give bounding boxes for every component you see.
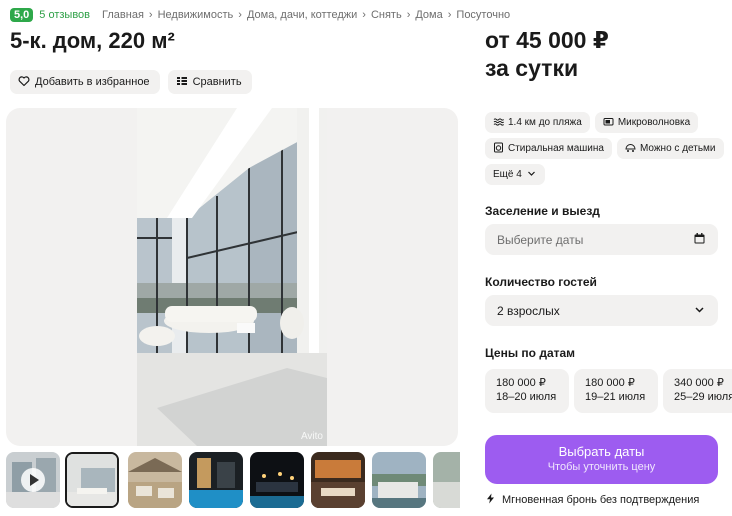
compare-icon (176, 75, 188, 90)
price-date-card-price: 340 000 ₽ (674, 377, 724, 389)
guests-value: 2 взрослых (497, 303, 560, 318)
breadcrumb: Главная › Недвижимость › Дома, дачи, кот… (102, 9, 510, 21)
thumbnail[interactable] (433, 452, 460, 508)
watermark: Avito (300, 431, 323, 442)
price-date-card-dates: 19–21 июля (585, 391, 646, 403)
microwave-icon (603, 116, 614, 130)
price: от 45 000 ₽ за сутки (485, 26, 609, 82)
thumbnail-image (372, 452, 426, 508)
reviews-link[interactable]: 5 отзывов (39, 9, 90, 21)
guests-select[interactable]: 2 взрослых (485, 295, 718, 326)
heart-icon (18, 75, 30, 90)
instant-booking-label: Мгновенная бронь без подтверждения (502, 494, 700, 506)
dates-placeholder: Выберите даты (497, 232, 584, 247)
breadcrumb-separator: › (362, 9, 366, 21)
select-dates-label: Выбрать даты (558, 444, 645, 459)
feature-chip-label: 1.4 км до пляжа (508, 117, 582, 128)
breadcrumb-item-rent[interactable]: Снять (371, 9, 402, 21)
feature-chips: 1.4 км до пляжа Микроволновка Стиральная… (485, 112, 725, 190)
feature-chip-children[interactable]: Можно с детьми (616, 138, 724, 159)
more-features-label: Ещё 4 (493, 169, 522, 180)
baby-icon (625, 142, 636, 156)
thumbnail[interactable] (311, 452, 365, 508)
thumbnail-strip (6, 452, 460, 508)
prices-by-date-label: Цены по датам (485, 346, 576, 360)
select-dates-button[interactable]: Выбрать даты Чтобы уточнить цену (485, 435, 718, 484)
dates-picker[interactable]: Выберите даты (485, 224, 718, 255)
breadcrumb-item-realty[interactable]: Недвижимость (158, 9, 234, 21)
compare-label: Сравнить (192, 76, 242, 88)
thumbnail[interactable] (372, 452, 426, 508)
price-date-card[interactable]: 340 000 ₽ 25–29 июля (663, 369, 732, 413)
top-bar: 5,0 5 отзывов Главная › Недвижимость › Д… (10, 6, 510, 24)
feature-chip-label: Можно с детьми (639, 143, 716, 154)
breadcrumb-item-home[interactable]: Главная (102, 9, 144, 21)
prices-by-date: 180 000 ₽ 18–20 июля 180 000 ₽ 19–21 июл… (485, 369, 732, 413)
feature-chip-microwave[interactable]: Микроволновка (594, 112, 699, 133)
price-value: от 45 000 ₽ (485, 27, 609, 53)
breadcrumb-separator: › (406, 9, 411, 21)
thumbnail-image (128, 452, 182, 508)
add-to-favorites-label: Добавить в избранное (35, 76, 150, 88)
breadcrumb-separator: › (148, 9, 153, 21)
thumbnail-image (189, 452, 243, 508)
feature-chip-washing-machine[interactable]: Стиральная машина (485, 138, 612, 159)
chevron-down-icon (526, 168, 537, 182)
photo-gallery[interactable]: Avito (6, 108, 458, 446)
feature-chip-beach[interactable]: 1.4 км до пляжа (485, 112, 590, 133)
calendar-icon (693, 232, 706, 248)
more-features-button[interactable]: Ещё 4 (485, 164, 545, 185)
play-icon (21, 468, 45, 492)
listing-actions: Добавить в избранное Сравнить (10, 70, 252, 94)
breadcrumb-item-daily[interactable]: Посуточно (456, 9, 510, 21)
thumbnail[interactable] (128, 452, 182, 508)
page-title: 5-к. дом, 220 м² (10, 28, 175, 53)
select-dates-sublabel: Чтобы уточнить цену (547, 461, 656, 473)
feature-chip-label: Стиральная машина (508, 143, 604, 154)
thumbnail-image (433, 452, 460, 508)
thumbnail[interactable] (189, 452, 243, 508)
compare-button[interactable]: Сравнить (167, 70, 252, 94)
breadcrumb-separator: › (238, 9, 242, 21)
breadcrumb-item-houses-dachas[interactable]: Дома, дачи, коттеджи (247, 9, 357, 21)
thumbnail-selected[interactable] (65, 452, 119, 508)
rating-badge: 5,0 (10, 8, 34, 22)
thumbnail-image (250, 452, 304, 508)
price-date-card-price: 180 000 ₽ (585, 377, 635, 389)
washing-machine-icon (493, 142, 504, 156)
waves-icon (493, 116, 504, 130)
price-period: за сутки (485, 55, 579, 81)
thumbnail[interactable] (250, 452, 304, 508)
guests-label: Количество гостей (485, 275, 597, 289)
instant-booking-note: Мгновенная бронь без подтверждения (485, 493, 699, 507)
feature-chip-label: Микроволновка (617, 117, 691, 128)
thumbnail-image (67, 454, 117, 506)
interior-image (137, 108, 327, 446)
price-date-card-dates: 25–29 июля (674, 391, 732, 403)
main-photo[interactable]: Avito (137, 108, 327, 446)
add-to-favorites-button[interactable]: Добавить в избранное (10, 70, 160, 94)
price-date-card-price: 180 000 ₽ (496, 377, 546, 389)
breadcrumb-item-houses[interactable]: Дома (415, 9, 442, 21)
price-date-card[interactable]: 180 000 ₽ 19–21 июля (574, 369, 658, 413)
price-date-card-dates: 18–20 июля (496, 391, 557, 403)
thumbnail-video[interactable] (6, 452, 60, 508)
thumbnail-image (311, 452, 365, 508)
lightning-icon (485, 493, 496, 507)
breadcrumb-separator: › (447, 9, 452, 21)
dates-label: Заселение и выезд (485, 204, 600, 218)
price-date-card[interactable]: 180 000 ₽ 18–20 июля (485, 369, 569, 413)
chevron-down-icon (693, 303, 706, 319)
